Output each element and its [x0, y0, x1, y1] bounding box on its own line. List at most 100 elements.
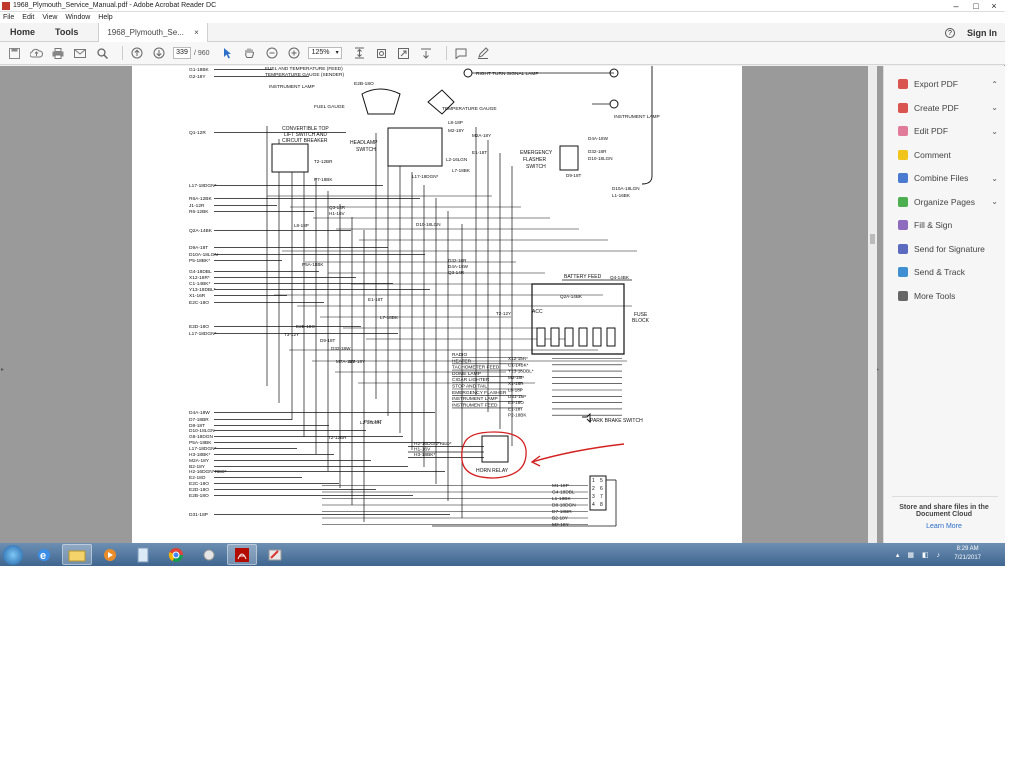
menu-window[interactable]: Window — [65, 14, 90, 21]
rotate-icon[interactable] — [374, 45, 390, 61]
wire-label: P5-18BK* — [189, 258, 210, 264]
acrobat-taskbar-icon[interactable] — [227, 544, 257, 565]
wire-label: G8-18DGN — [189, 434, 214, 440]
utility-app-icon[interactable] — [194, 544, 224, 565]
maximize-button[interactable]: □ — [967, 0, 985, 12]
emergency-flasher-switch-box — [559, 145, 579, 171]
chevron-down-icon[interactable]: ⌄ — [991, 174, 998, 183]
document-viewport[interactable]: ▸ G1-18BK G2-18Y Q1-12R L17-18DGN* R6A-12BK J… — [0, 66, 883, 543]
wire-label: D10-18LGN — [189, 428, 215, 434]
component-label: INSTRUMENT LAMP — [269, 84, 315, 90]
media-player-icon[interactable] — [95, 544, 125, 565]
circuit-label: INSTRUMENT LAMP — [452, 396, 498, 402]
wire-label: D10A-18LGN — [189, 252, 218, 258]
tool-fill-sign[interactable]: Fill & Sign — [898, 217, 998, 233]
wire-label: E1-18T — [472, 150, 487, 155]
wire-label: L17-18DGN* — [189, 446, 217, 452]
component-label: INSTRUMENT LAMP — [614, 114, 660, 120]
wire-label: C1-14BK* — [189, 281, 210, 287]
tool-export-pdf[interactable]: Export PDF ⌃ — [898, 76, 998, 92]
wire-label: P5A-18BK — [189, 440, 212, 446]
left-panel-toggle-icon[interactable]: ▸ — [1, 366, 4, 373]
save-icon[interactable] — [6, 45, 22, 61]
wire-label: Q3-14R — [329, 205, 346, 210]
tool-icon — [898, 243, 908, 254]
scroll-mode-icon[interactable] — [418, 45, 434, 61]
tab-home[interactable]: Home — [0, 27, 45, 37]
help-icon[interactable]: ? — [945, 27, 955, 38]
close-tab-icon[interactable]: × — [194, 28, 199, 37]
next-page-icon[interactable] — [151, 45, 167, 61]
chevron-down-icon[interactable]: ⌄ — [991, 127, 998, 136]
clock[interactable]: 8:29 AM 7/21/2017 — [954, 545, 981, 563]
notepad-icon[interactable] — [128, 544, 158, 565]
select-cursor-icon[interactable] — [220, 45, 236, 61]
wire-label: Q1-12R — [189, 130, 206, 136]
tab-tools[interactable]: Tools — [45, 27, 88, 37]
wire-label: G4-18DBL — [189, 269, 212, 275]
zoom-out-icon[interactable] — [264, 45, 280, 61]
hand-tool-icon[interactable] — [242, 45, 258, 61]
fullscreen-icon[interactable] — [396, 45, 412, 61]
internet-explorer-icon[interactable]: e — [29, 544, 59, 565]
tool-send-track[interactable]: Send & Track — [898, 264, 998, 280]
tab-document[interactable]: 1968_Plymouth_Se... × — [98, 22, 208, 42]
search-icon[interactable] — [94, 45, 110, 61]
sign-in-button[interactable]: Sign In — [967, 28, 997, 38]
tool-combine-files[interactable]: Combine Files ⌄ — [898, 170, 998, 186]
tool-label: Comment — [914, 149, 951, 160]
connector-pin: 3 — [592, 494, 595, 500]
signal-lamp — [463, 68, 473, 78]
scrollbar-thumb[interactable] — [870, 234, 875, 244]
chevron-down-icon[interactable]: ⌄ — [991, 103, 998, 112]
tool-comment[interactable]: Comment — [898, 147, 998, 163]
tool-more-tools[interactable]: More Tools — [898, 288, 998, 304]
component-label: HEADLAMP — [350, 140, 378, 146]
connector-pin: 7 — [600, 494, 603, 500]
menu-view[interactable]: View — [42, 14, 57, 21]
wire-label: P2-18BK — [508, 413, 527, 418]
learn-more-link[interactable]: Learn More — [894, 523, 994, 530]
fit-page-icon[interactable] — [352, 45, 368, 61]
pen-sign-icon[interactable] — [475, 45, 491, 61]
start-button[interactable] — [3, 544, 23, 565]
minimize-button[interactable]: – — [947, 0, 965, 12]
system-tray-icons[interactable]: ▴ ▦ ◧ ♪ — [896, 551, 943, 559]
menu-help[interactable]: Help — [98, 14, 112, 21]
zoom-level-select[interactable]: 125% ▾ — [307, 47, 342, 59]
print-icon[interactable] — [50, 45, 66, 61]
vertical-scrollbar[interactable] — [868, 66, 877, 543]
chevron-down-icon: ▾ — [335, 50, 339, 56]
tool-send-for-signature[interactable]: Send for Signature — [898, 241, 998, 257]
tab-bar: Home Tools 1968_Plymouth_Se... × ? Sign … — [0, 22, 1005, 42]
wire-label: L2-16LGN — [446, 157, 467, 162]
wire-label: E1-18T — [508, 406, 523, 411]
component-label: RIGHT TURN SIGNAL LAMP — [476, 71, 539, 77]
menu-edit[interactable]: Edit — [22, 14, 34, 21]
wire-label: E2D-18O — [189, 324, 209, 330]
email-icon[interactable] — [72, 45, 88, 61]
chevron-up-icon[interactable]: ⌃ — [991, 80, 998, 89]
page-number-input[interactable]: 339 — [173, 47, 191, 59]
chrome-icon[interactable] — [161, 544, 191, 565]
tool-label: More Tools — [914, 290, 956, 301]
cloud-promo-text: Store and share files in the Document Cl… — [899, 504, 989, 518]
menu-file[interactable]: File — [3, 14, 14, 21]
tool-create-pdf[interactable]: Create PDF ⌄ — [898, 100, 998, 116]
windows-taskbar: e ▴ ▦ ◧ ♪ 8:29 AM 7/21/2017 — [0, 543, 1005, 566]
paint-app-icon[interactable] — [260, 544, 290, 565]
file-explorer-icon[interactable] — [62, 544, 92, 565]
chevron-down-icon[interactable]: ⌄ — [991, 197, 998, 206]
tool-icon — [898, 173, 908, 183]
tool-edit-pdf[interactable]: Edit PDF ⌄ — [898, 123, 998, 139]
tool-organize-pages[interactable]: Organize Pages ⌄ — [898, 194, 998, 210]
zoom-in-icon[interactable] — [286, 45, 302, 61]
comment-icon[interactable] — [453, 45, 469, 61]
close-window-button[interactable]: × — [985, 0, 1003, 12]
upload-cloud-icon[interactable] — [28, 45, 44, 61]
wire-label: H1-16V — [329, 211, 346, 216]
previous-page-icon[interactable] — [129, 45, 145, 61]
wire-label: D4A-18W — [189, 410, 210, 416]
convertible-top-switch-box — [271, 143, 309, 173]
wire-label: M2A-18Y — [189, 458, 210, 464]
